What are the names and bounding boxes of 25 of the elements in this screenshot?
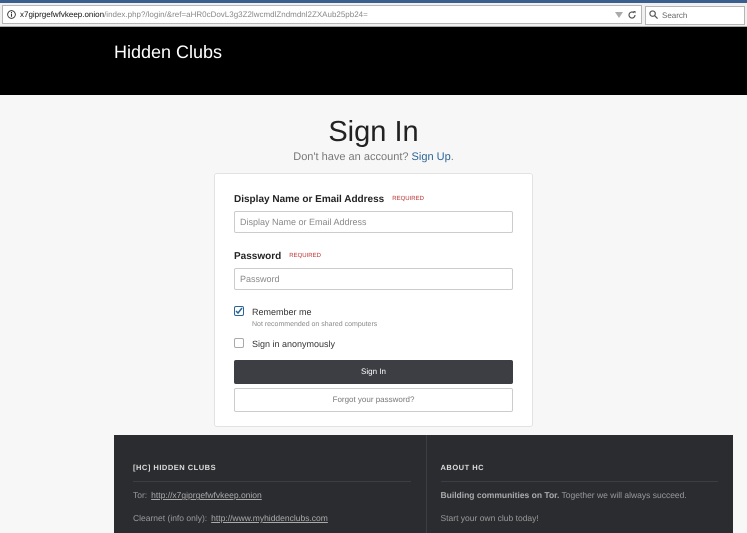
footer-label: Tor: — [133, 489, 148, 502]
info-icon — [7, 10, 16, 19]
address-bar[interactable]: x7giprgefwfvkeep.onion/index.php?/login/&ref=aHR0cDovL3g3Z2lwcmdlZndmdnl2ZXAub25pb24= — [2, 5, 642, 24]
reload-icon[interactable] — [627, 10, 637, 20]
signup-link[interactable]: Sign Up — [412, 150, 451, 163]
url-text: x7giprgefwfvkeep.onion/index.php?/login/&ref=aHR0cDovL3g3Z2lwcmdlZndmdnl2ZXAub25pb24= — [20, 8, 368, 20]
checkbox-label[interactable]: Remember me — [252, 306, 378, 320]
footer-label: Clearnet (info only): — [133, 512, 208, 525]
field-label: Display Name or Email Address — [234, 193, 384, 208]
footer-text: Start your own club today! — [440, 512, 540, 525]
footer-link[interactable]: http://www.myhiddenclubs.com — [211, 512, 328, 525]
footer-text: Building communities on Tor. Together we will always succeed. — [440, 489, 688, 502]
checkbox-label[interactable]: Sign in anonymously — [252, 338, 336, 352]
checkbox[interactable] — [234, 306, 244, 316]
page-title: Sign In — [328, 117, 419, 149]
signup-prompt: Don't have an account? Sign Up. — [293, 150, 454, 165]
field-label: Password — [234, 250, 282, 264]
forgot-password-button[interactable]: Forgot your password? — [234, 388, 513, 412]
checkbox[interactable] — [234, 338, 244, 348]
search-field[interactable]: Search — [645, 6, 745, 24]
input-field[interactable]: Display Name or Email Address — [234, 211, 513, 234]
site-title[interactable]: Hidden Clubs — [114, 42, 222, 62]
footer-link[interactable]: http://x7giprgefwfvkeep.onion — [151, 489, 262, 502]
sign-in-button[interactable]: Sign In — [234, 360, 513, 384]
input-field[interactable]: Password — [234, 268, 513, 290]
